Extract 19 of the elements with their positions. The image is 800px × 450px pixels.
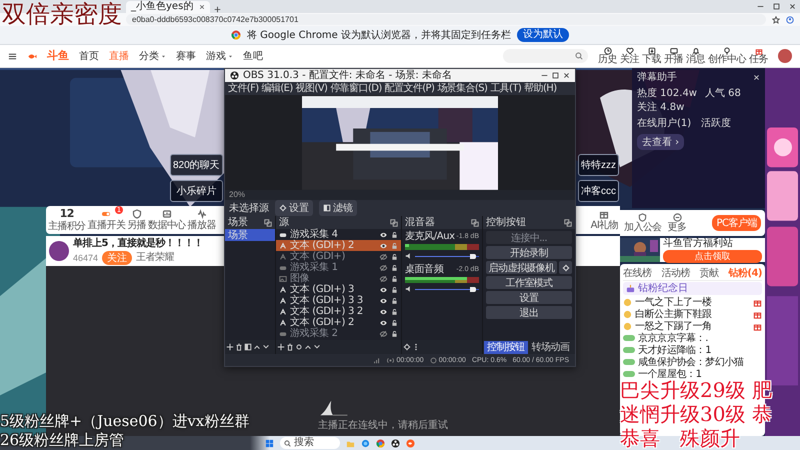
- toolbar-button[interactable]: 关注: [620, 47, 639, 65]
- toolbar-button[interactable]: 创作中心: [708, 47, 746, 65]
- address-field[interactable]: e0ba0-dddb6593c008370c0742e7b300051701: [126, 14, 766, 25]
- overlay-caption: 双倍亲密度: [2, 0, 122, 28]
- toolbar-button[interactable]: 消息: [686, 47, 705, 65]
- nav-link[interactable]: 赛事: [176, 50, 196, 62]
- nav-link[interactable]: 游戏: [206, 50, 233, 62]
- toolbar-button[interactable]: 开播: [664, 47, 683, 65]
- nav-link[interactable]: 首页: [79, 50, 99, 62]
- nav-link[interactable]: 鱼吧: [243, 50, 263, 62]
- toolbar-button[interactable]: 历史: [598, 47, 617, 65]
- overlay-caption: 26级粉丝牌上房管: [0, 431, 126, 450]
- banner-message: 将 Google Chrome 设为默认浏览器，并将其固定到任务栏: [246, 30, 512, 40]
- toolbar-button[interactable]: 任务: [749, 47, 768, 65]
- browser-tab[interactable]: _小鱼色yes的: [126, 1, 210, 13]
- search-field[interactable]: 搜索: [280, 437, 340, 449]
- toolbar-button[interactable]: 下载: [642, 47, 661, 65]
- set-default-button[interactable]: 设为默认: [517, 28, 570, 42]
- nav-link[interactable]: 分类: [139, 50, 166, 62]
